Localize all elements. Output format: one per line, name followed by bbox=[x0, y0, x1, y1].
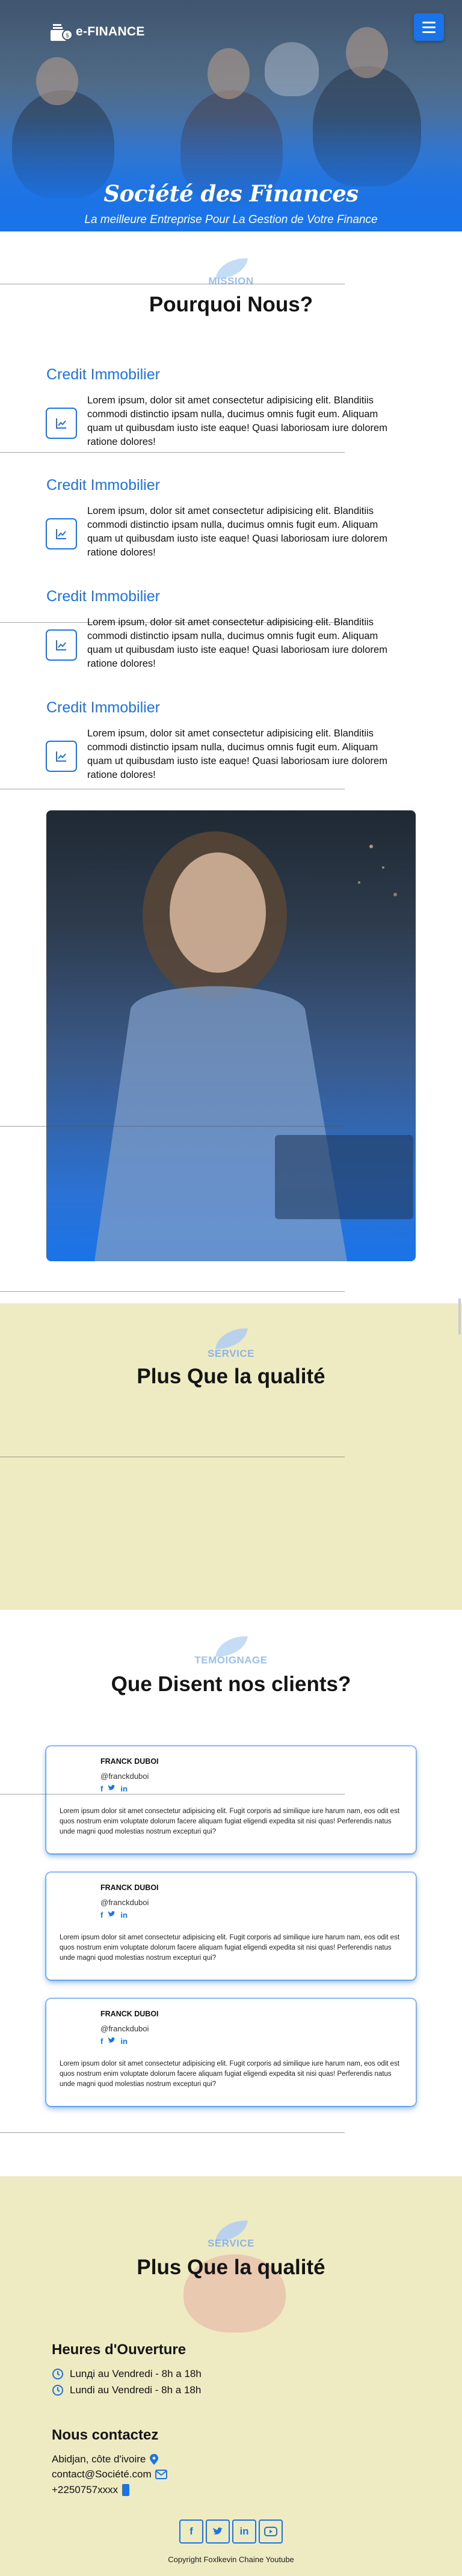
client-socials: f in bbox=[100, 2037, 128, 2046]
testimonial-tag: TEMOIGNAGE bbox=[194, 1654, 268, 1666]
client-name: FRANCK DUBOI bbox=[100, 2010, 159, 2018]
hours-title: Heures d'Ouverture bbox=[52, 2342, 186, 2358]
feature-text: Lorem ipsum, dolor sit amet consectetur … bbox=[87, 728, 387, 780]
hamburger-menu-button[interactable] bbox=[414, 13, 444, 41]
feature-text: Lorem ipsum, dolor sit amet consectetur … bbox=[87, 395, 387, 447]
hours-text: Lundi au Vendredi - 8h a 18h bbox=[70, 2384, 202, 2396]
phone-icon bbox=[122, 2484, 130, 2496]
address-line: Abidjan, côte d'ivoire bbox=[52, 2453, 159, 2465]
feature-text: Lorem ipsum, dolor sit amet consectetur … bbox=[87, 506, 387, 558]
testimonial-title: Que Disent nos clients? bbox=[111, 1672, 351, 1696]
woman-portrait-image bbox=[46, 810, 416, 1261]
service-title: Plus Que la qualité bbox=[137, 1365, 325, 1388]
hero-subtitle: La meilleure Entreprise Pour La Gestion … bbox=[84, 213, 378, 226]
facebook-icon[interactable]: f bbox=[100, 1784, 103, 1793]
hamburger-menu-icon bbox=[422, 21, 436, 23]
hours-row: Lunді au Vendredi - 8h a 18h bbox=[52, 2368, 202, 2380]
address-text: Abidjan, côte d'ivoire bbox=[52, 2453, 146, 2465]
linkedin-button[interactable]: in bbox=[232, 2519, 256, 2544]
linkedin-icon: in bbox=[239, 2526, 249, 2537]
feature-text: Lorem ipsum, dolor sit amet consectetur … bbox=[87, 617, 387, 669]
page: $ e-FINANCE Société des Finances La meil… bbox=[0, 0, 462, 2576]
hours-text: Lunді au Vendredi - 8h a 18h bbox=[70, 2368, 202, 2379]
client-handle: @franckduboi bbox=[100, 2024, 149, 2033]
feature-title: Credit Immobilier bbox=[46, 699, 160, 716]
brand[interactable]: $ e-FINANCE bbox=[49, 22, 145, 42]
divider bbox=[0, 2132, 345, 2133]
testimonial-text: Lorem ipsum dolor sit amet consectetur a… bbox=[60, 1808, 400, 1835]
twitter-icon[interactable] bbox=[108, 2037, 116, 2046]
facebook-icon[interactable]: f bbox=[100, 1911, 103, 1920]
email-text[interactable]: contact@Société.com bbox=[52, 2468, 152, 2480]
email-line[interactable]: contact@Société.com bbox=[52, 2468, 167, 2480]
hours-row: Lundi au Vendredi - 8h a 18h bbox=[52, 2384, 201, 2396]
testimonial-card: FRANCK DUBOI @franckduboi f in Lorem ips… bbox=[46, 1999, 416, 2106]
linkedin-icon[interactable]: in bbox=[120, 1911, 128, 1920]
facebook-icon[interactable]: f bbox=[100, 2037, 103, 2046]
feature-title: Credit Immobilier bbox=[46, 588, 160, 605]
testimonial-text: Lorem ipsum dolor sit amet consectetur a… bbox=[60, 2060, 400, 2088]
footer-tag: SERVICE bbox=[208, 2238, 254, 2249]
divider bbox=[0, 1291, 345, 1292]
client-handle: @franckduboi bbox=[100, 1772, 149, 1781]
location-pin-icon bbox=[150, 2454, 159, 2465]
linkedin-icon[interactable]: in bbox=[120, 2037, 128, 2046]
client-socials: f in bbox=[100, 1911, 128, 1920]
svg-text:$: $ bbox=[66, 32, 69, 39]
phone-line[interactable]: +2250757xxxx bbox=[52, 2483, 130, 2497]
client-name: FRANCK DUBOI bbox=[100, 1883, 159, 1892]
finance-logo-icon: $ bbox=[49, 22, 73, 42]
testimonial-card: FRANCK DUBOI @franckduboi f in Lorem ips… bbox=[46, 1746, 416, 1853]
clock-icon bbox=[52, 2369, 63, 2379]
leaf-decoration-icon bbox=[215, 1328, 248, 1349]
chart-line-icon bbox=[46, 518, 77, 549]
twitter-button[interactable] bbox=[206, 2519, 230, 2544]
client-name: FRANCK DUBOI bbox=[100, 1757, 159, 1766]
copyright: Copyright Foxlkevin Chaine Youtube bbox=[168, 2555, 294, 2564]
mission-tag: MISSION bbox=[208, 275, 254, 287]
divider bbox=[0, 1126, 345, 1127]
scrollbar[interactable] bbox=[458, 1299, 461, 1335]
service-tag: SERVICE bbox=[208, 1348, 254, 1359]
brand-name: e-FINANCE bbox=[76, 25, 145, 38]
youtube-icon bbox=[264, 2527, 277, 2536]
chart-line-icon bbox=[46, 741, 77, 772]
mission-title: Pourquoi Nous? bbox=[149, 293, 313, 316]
chart-line-icon bbox=[46, 408, 77, 439]
hero-title: Société des Finances bbox=[103, 180, 359, 207]
twitter-icon[interactable] bbox=[108, 1911, 116, 1920]
phone-text[interactable]: +2250757xxxx bbox=[52, 2484, 118, 2496]
twitter-icon bbox=[213, 2527, 223, 2535]
linkedin-icon[interactable]: in bbox=[120, 1784, 128, 1793]
contact-title: Nous contactez bbox=[52, 2427, 159, 2443]
feature-title: Credit Immobilier bbox=[46, 366, 160, 383]
client-handle: @franckduboi bbox=[100, 1898, 149, 1907]
chart-line-icon bbox=[46, 629, 77, 661]
facebook-icon: f bbox=[189, 2526, 193, 2537]
testimonial-text: Lorem ipsum dolor sit amet consectetur a… bbox=[60, 1934, 400, 1962]
clock-icon bbox=[52, 2385, 63, 2396]
feature-title: Credit Immobilier bbox=[46, 477, 160, 494]
footer-title: Plus Que la qualité bbox=[137, 2256, 325, 2279]
twitter-icon[interactable] bbox=[108, 1784, 116, 1793]
hero-banner: $ e-FINANCE Société des Finances La meil… bbox=[0, 0, 462, 231]
envelope-icon bbox=[155, 2470, 167, 2479]
facebook-button[interactable]: f bbox=[179, 2519, 203, 2544]
divider bbox=[0, 452, 345, 453]
client-socials: f in bbox=[100, 1784, 128, 1793]
youtube-button[interactable] bbox=[259, 2519, 283, 2544]
testimonial-card: FRANCK DUBOI @franckduboi f in Lorem ips… bbox=[46, 1873, 416, 1980]
